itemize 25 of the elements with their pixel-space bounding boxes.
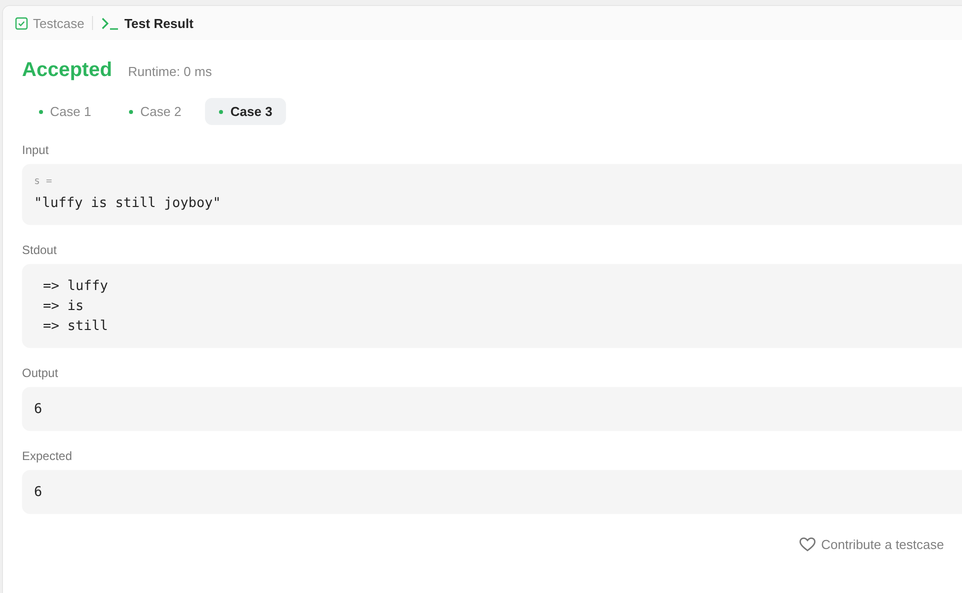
value-text: 6	[34, 483, 44, 502]
terminal-icon	[101, 16, 120, 30]
dot-icon	[129, 110, 134, 114]
heart-icon	[799, 537, 816, 552]
panel-tab[interactable]: Test Result	[101, 16, 194, 30]
section-label: Expected	[22, 449, 74, 463]
case-tab[interactable]: Case 3	[205, 98, 286, 125]
section-label: Stdout	[22, 243, 58, 257]
checkbox-icon	[15, 16, 28, 30]
contribute-link[interactable]: Contribute a testcase	[799, 537, 944, 552]
stdout-line: => still	[43, 317, 110, 336]
input-value: "luffy is still joyboy"	[34, 194, 222, 213]
section-label: Output	[22, 366, 60, 380]
stdout-line: => is	[43, 297, 85, 316]
section-label: Input	[22, 143, 50, 157]
variable-name: s =	[34, 176, 54, 187]
stdout-line: => luffy	[43, 277, 110, 296]
runtime-text: Runtime: 0 ms	[128, 64, 212, 79]
status-text: Accepted	[22, 59, 112, 82]
value-text: 6	[34, 400, 44, 419]
case-tab[interactable]: Case 2	[115, 98, 196, 125]
panel-tab[interactable]: Testcase	[15, 16, 84, 30]
dot-icon	[219, 110, 224, 114]
case-tab[interactable]: Case 1	[25, 98, 106, 125]
dot-icon	[39, 110, 43, 114]
